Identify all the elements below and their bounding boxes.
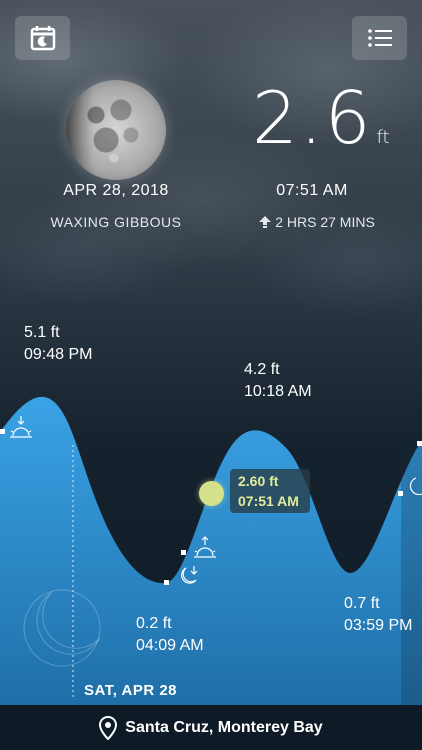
tide-marker-time: 10:18 AM bbox=[244, 383, 312, 400]
tide-marker-time: 09:48 PM bbox=[24, 346, 93, 363]
marker-point bbox=[164, 580, 169, 585]
tide-marker-high-1: 5.1 ft 09:48 PM bbox=[24, 322, 92, 366]
tide-marker-height: 4.2 ft bbox=[244, 361, 280, 378]
tide-marker-height: 0.7 ft bbox=[344, 595, 380, 612]
current-tide-label: 2.60 ft 07:51 AM bbox=[230, 469, 310, 513]
marker-point bbox=[417, 441, 422, 446]
marker-point bbox=[398, 491, 403, 496]
tide-marker-height: 5.1 ft bbox=[24, 324, 60, 341]
future-shade bbox=[401, 440, 422, 705]
tide-marker-height: 0.2 ft bbox=[136, 615, 172, 632]
tide-marker-low-1: 0.2 ft 04:09 AM bbox=[136, 613, 204, 657]
day-label: SAT, APR 28 bbox=[84, 682, 178, 699]
tide-marker-low-2: 0.7 ft 03:59 PM bbox=[344, 593, 412, 637]
current-tide-height: 2.60 ft bbox=[238, 473, 279, 489]
location-name: Santa Cruz, Monterey Bay bbox=[125, 718, 323, 736]
tide-marker-time: 03:59 PM bbox=[344, 617, 413, 634]
tide-marker-time: 04:09 AM bbox=[136, 637, 204, 654]
marker-point bbox=[181, 550, 186, 555]
tide-marker-high-2: 4.2 ft 10:18 AM bbox=[244, 359, 312, 403]
marker-point bbox=[0, 429, 5, 434]
tide-chart[interactable] bbox=[0, 0, 422, 750]
current-tide-time: 07:51 AM bbox=[238, 493, 299, 509]
location-bar[interactable]: Santa Cruz, Monterey Bay bbox=[0, 705, 422, 750]
location-pin-icon bbox=[99, 715, 118, 740]
current-tide-dot[interactable] bbox=[199, 481, 224, 506]
